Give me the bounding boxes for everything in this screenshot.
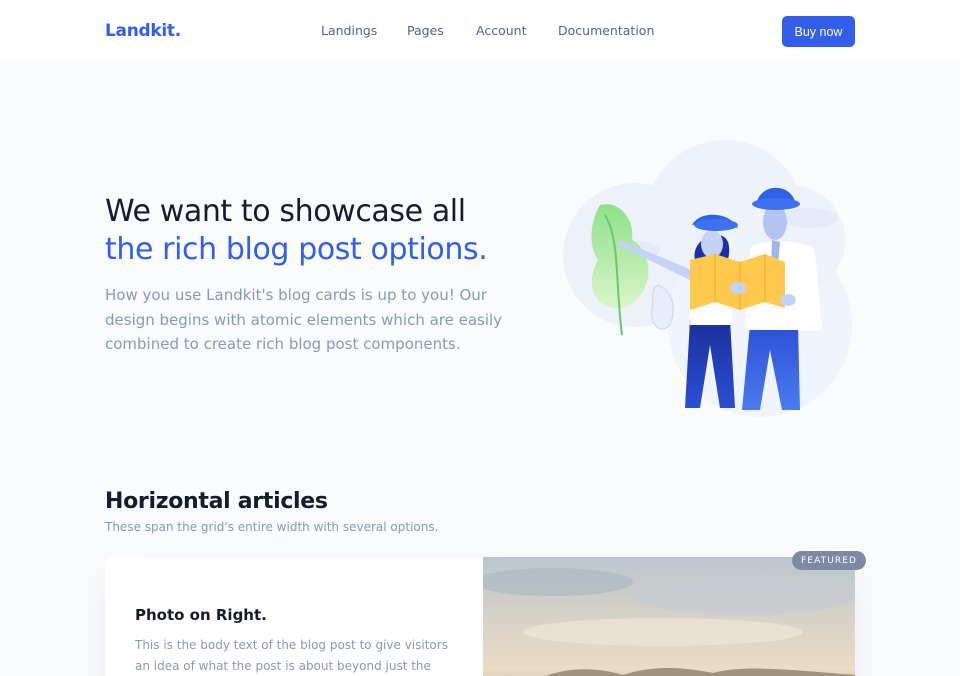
nav-documentation[interactable]: Documentation — [558, 23, 654, 38]
hero-title-line2: the rich blog post options. — [105, 232, 488, 267]
section-subtitle: These span the grid's entire width with … — [105, 520, 439, 534]
card-photo[interactable] — [483, 557, 855, 676]
hero-lead: How you use Landkit's blog cards is up t… — [105, 286, 503, 353]
card-body: Photo on Right. This is the body text of… — [105, 557, 483, 676]
featured-badge: FEATURED — [792, 551, 867, 570]
nav-pages[interactable]: Pages — [407, 23, 444, 38]
hero-title-line1: We want to showcase all — [105, 194, 466, 229]
blog-card-horizontal[interactable]: Photo on Right. This is the body text of… — [105, 557, 855, 676]
card-title[interactable]: Photo on Right. — [135, 606, 453, 624]
nav-landings[interactable]: Landings — [321, 23, 377, 38]
buy-now-button[interactable]: Buy now — [782, 16, 855, 47]
card-text: This is the body text of the blog post t… — [135, 638, 448, 673]
navbar: Landkit. Landings Pages Account Document… — [0, 0, 960, 62]
hero-title: We want to showcase all the rich blog po… — [105, 193, 488, 269]
nav-account[interactable]: Account — [476, 23, 526, 38]
brand-logo[interactable]: Landkit. — [105, 21, 181, 41]
section-title: Horizontal articles — [105, 489, 328, 514]
travelers-with-map-illustration — [563, 140, 852, 417]
